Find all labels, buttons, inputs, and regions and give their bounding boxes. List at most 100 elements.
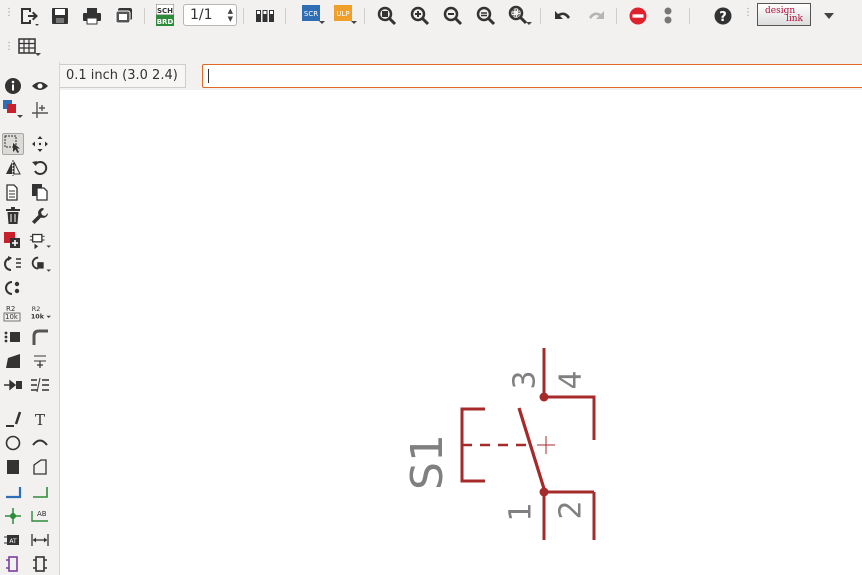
scr-label: SCR xyxy=(304,10,318,18)
sheets-icon[interactable] xyxy=(253,4,277,28)
show-eye-icon[interactable] xyxy=(29,75,51,97)
main-toolbar: ⋮ SCH BRD 1/1 ▲ ▼ SCR ULP ? ⋮ design lin… xyxy=(0,0,862,32)
stop-icon[interactable] xyxy=(626,4,650,28)
redo-icon[interactable] xyxy=(584,4,608,28)
toolbar-grip[interactable]: ⋮ xyxy=(743,8,753,18)
line-tool-icon[interactable] xyxy=(2,408,24,430)
pin-label-1: 1 xyxy=(504,502,539,521)
invoke-icon[interactable] xyxy=(2,374,24,396)
zoom-redraw-icon[interactable] xyxy=(474,4,498,28)
value-tool-icon[interactable]: R2 10k xyxy=(29,302,51,324)
toolbar-separator xyxy=(364,8,365,24)
help-icon[interactable]: ? xyxy=(711,4,735,28)
page-selector-value: 1/1 xyxy=(190,7,213,23)
page-spinner-icon[interactable]: ▲ ▼ xyxy=(228,7,233,23)
circle-tool-icon[interactable] xyxy=(2,432,24,454)
toolbar-separator xyxy=(285,8,286,24)
design-link-logo[interactable]: design link xyxy=(757,3,811,26)
layer-display-icon[interactable] xyxy=(2,99,24,121)
attribute-tool-icon[interactable]: AT xyxy=(2,529,24,551)
ulp-label: ULP xyxy=(336,10,349,18)
contact-dot-top xyxy=(539,392,549,402)
zoom-out-icon[interactable] xyxy=(441,4,465,28)
svg-text:?: ? xyxy=(719,10,727,25)
pin-label-2: 2 xyxy=(554,500,589,519)
command-input[interactable] xyxy=(202,64,862,88)
toolbar-separator xyxy=(540,8,541,24)
pinswap-icon[interactable] xyxy=(2,277,24,299)
zoom-in-icon[interactable] xyxy=(408,4,432,28)
print-icon[interactable] xyxy=(80,4,104,28)
toolbar-separator xyxy=(616,8,617,24)
optimize-icon[interactable] xyxy=(29,253,51,275)
schematic-canvas[interactable]: S1 3 4 1 2 xyxy=(60,90,862,575)
save-icon[interactable] xyxy=(48,4,72,28)
ratsnest-icon[interactable] xyxy=(29,350,51,372)
mirror-icon[interactable] xyxy=(2,157,24,179)
copy-icon[interactable] xyxy=(2,181,24,203)
value-tool-bottom-label: 10k xyxy=(31,313,45,321)
junction-tool-icon[interactable] xyxy=(2,505,24,527)
miter-icon[interactable] xyxy=(29,326,51,348)
paste-icon[interactable] xyxy=(29,181,51,203)
sch-label: SCH xyxy=(157,7,173,15)
wire-tool-icon[interactable] xyxy=(2,481,24,503)
toolbar-separator xyxy=(689,8,690,24)
toolbar-grip[interactable]: ⋮ xyxy=(4,42,14,52)
zoom-fit-icon[interactable] xyxy=(375,4,399,28)
sch-brd-switch-icon[interactable]: SCH BRD xyxy=(153,3,177,27)
secondary-toolbar: ⋮ ⋯ xyxy=(0,32,862,67)
replace-part-icon[interactable] xyxy=(29,229,51,251)
name-tool-bottom-label: 10k xyxy=(5,313,19,321)
move-icon[interactable] xyxy=(29,133,51,155)
pin-4-line[interactable] xyxy=(542,348,596,440)
change-wrench-icon[interactable] xyxy=(29,205,51,227)
add-part-icon[interactable] xyxy=(2,229,24,251)
chevron-down-icon[interactable] xyxy=(817,4,841,28)
cam-processor-icon[interactable] xyxy=(112,4,136,28)
logo-text-bottom: link xyxy=(786,14,804,24)
open-export-icon[interactable] xyxy=(17,4,41,28)
pin-label-4: 4 xyxy=(554,370,589,389)
toolbar-grip[interactable]: ⋮ xyxy=(4,8,14,18)
contact-dot-bottom xyxy=(539,487,549,497)
text-tool-label: T xyxy=(35,411,45,428)
polygon-tool-icon[interactable] xyxy=(29,456,51,478)
text-tool-icon[interactable]: T xyxy=(29,408,51,430)
script-icon[interactable]: SCR xyxy=(301,3,325,27)
part-name-label[interactable]: S1 xyxy=(402,434,453,490)
page-selector[interactable]: 1/1 ▲ ▼ xyxy=(183,4,237,26)
zoom-area-icon[interactable] xyxy=(508,4,532,28)
label-tool-icon[interactable]: AB xyxy=(29,505,51,527)
info-icon[interactable] xyxy=(2,75,24,97)
delete-icon[interactable] xyxy=(2,205,24,227)
ulp-icon[interactable]: ULP xyxy=(333,3,357,27)
toolbar-separator xyxy=(144,8,145,24)
swap-gate-icon[interactable] xyxy=(2,253,24,275)
frame-tool-icon[interactable] xyxy=(2,553,24,575)
select-icon[interactable] xyxy=(2,133,24,155)
module-tool-icon[interactable] xyxy=(29,553,51,575)
switch-lever xyxy=(517,407,547,493)
origin-cross xyxy=(537,436,555,454)
brd-label: BRD xyxy=(157,18,174,26)
coordinate-display: 0.1 inch (3.0 2.4) xyxy=(59,64,186,88)
pin-label-3: 3 xyxy=(508,370,543,389)
name-tool-icon[interactable]: R2 10k xyxy=(2,302,24,324)
net-tool-icon[interactable] xyxy=(29,481,51,503)
dimension-tool-icon[interactable] xyxy=(29,529,51,551)
label-tool-text: AB xyxy=(37,510,47,518)
undo-icon[interactable] xyxy=(551,4,575,28)
rectangle-tool-icon[interactable] xyxy=(2,456,24,478)
smash-icon[interactable] xyxy=(2,326,24,348)
go-icon[interactable] xyxy=(656,4,680,28)
toolbar-separator xyxy=(243,8,244,24)
align-icon[interactable] xyxy=(29,374,51,396)
grid-icon[interactable] xyxy=(17,35,41,59)
mark-icon[interactable] xyxy=(29,99,51,121)
tool-sidebar: R2 10k R2 10k T AB AT xyxy=(0,62,60,575)
split-icon[interactable] xyxy=(2,350,24,372)
arc-tool-icon[interactable] xyxy=(29,432,51,454)
rotate-icon[interactable] xyxy=(29,157,51,179)
name-tool-top-label: R2 xyxy=(6,305,15,313)
